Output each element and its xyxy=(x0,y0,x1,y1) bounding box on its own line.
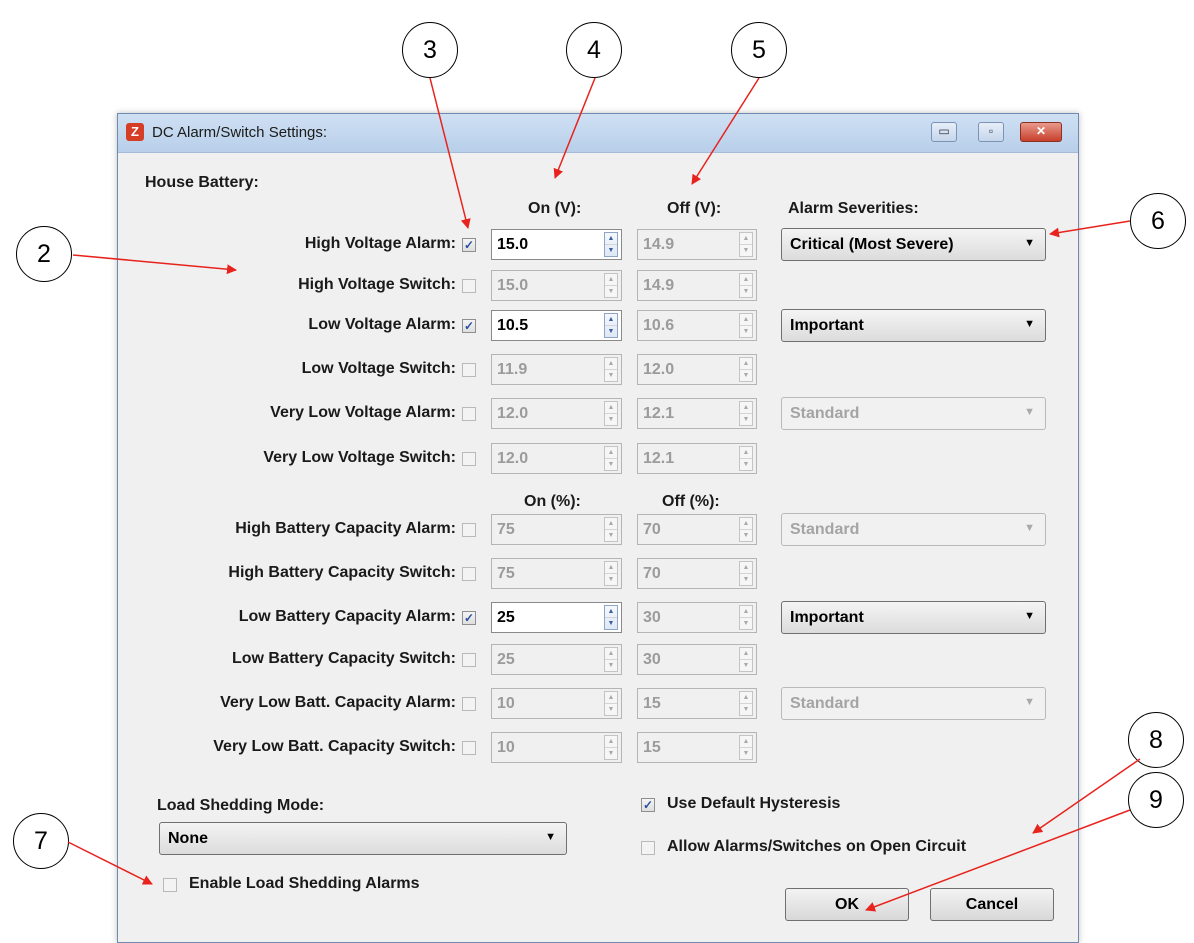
arrow-7 xyxy=(67,841,153,885)
annotation-arrows xyxy=(67,77,1141,912)
arrow-3 xyxy=(429,77,471,229)
arrow-2 xyxy=(72,254,237,275)
arrow-9 xyxy=(865,809,1131,912)
arrow-6 xyxy=(1049,220,1131,238)
arrow-4 xyxy=(553,77,596,179)
arrow-5 xyxy=(691,77,760,185)
arrow-8 xyxy=(1032,758,1141,834)
